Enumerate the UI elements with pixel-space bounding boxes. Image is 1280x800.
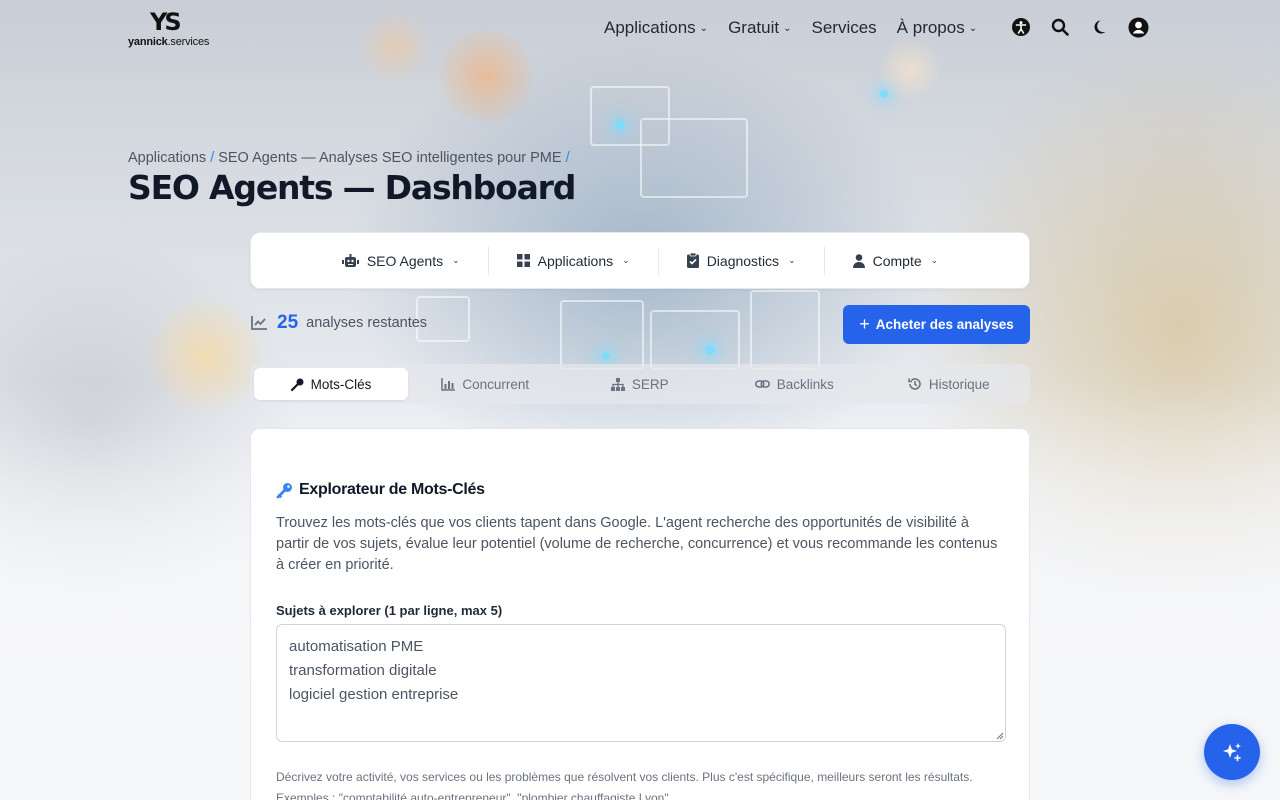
sparkles-icon [1223,743,1241,762]
topics-hint: Décrivez votre activité, vos services ou… [276,770,973,800]
key-icon [290,378,304,391]
chart-icon [441,377,456,391]
nav-a-propos[interactable]: À propos ⌄ [897,18,977,38]
nav-gratuit[interactable]: Gratuit ⌄ [728,18,791,38]
history-icon [908,378,921,390]
accessibility-icon[interactable] [1010,16,1032,38]
chevron-down-icon: ⌄ [930,255,939,265]
search-icon[interactable] [1049,16,1071,38]
analyses-counter: 25 analyses restantes [251,312,427,334]
topics-textarea[interactable]: automatisation PME transformation digita… [276,624,1006,742]
site-logo[interactable]: YS yannick.services [128,8,212,48]
chevron-down-icon: ⌄ [788,255,796,265]
robot-icon [341,253,359,267]
card-title: Explorateur de Mots-Clés [276,481,485,499]
breadcrumb-applications[interactable]: Applications [128,150,206,166]
site-header: YS yannick.services Applications ⌄ Gratui… [0,0,1280,56]
logo-mark: YS [150,8,182,36]
main-nav: Applications ⌄ Gratuit ⌄ Services À propos… [604,18,997,38]
chart-line-icon [251,316,267,330]
tab-mots-cles[interactable]: Mots-Clés [254,368,408,400]
key-icon [276,482,292,498]
moon-icon[interactable] [1088,16,1110,38]
logo-wordmark: yannick.services [128,36,210,48]
clipboard-check-icon [686,253,699,268]
topics-label: Sujets à explorer (1 par ligne, max 5) [276,603,503,618]
breadcrumb-seo-agents[interactable]: SEO Agents — Analyses SEO intelligentes … [218,150,561,166]
subnav-compte[interactable]: Compte ⌄ [823,246,967,275]
page-title: SEO Agents — Dashboard [128,168,576,207]
nav-services[interactable]: Services [811,18,876,38]
card-description: Trouvez les mots-clés que vos clients ta… [276,515,998,573]
analyses-label: analyses restantes [306,315,428,331]
subnav-seo-agents[interactable]: SEO Agents ⌄ [314,247,488,275]
ai-assistant-button[interactable] [1204,724,1260,780]
link-icon [754,380,770,388]
chevron-down-icon: ⌄ [452,255,460,265]
tab-historique[interactable]: Historique [872,368,1027,400]
chevron-down-icon: ⌄ [699,22,709,34]
subnav-applications[interactable]: Applications ⌄ [487,246,658,275]
chevron-down-icon: ⌄ [968,22,978,34]
chevron-down-icon: ⌄ [622,255,630,265]
subnav-diagnostics[interactable]: Diagnostics ⌄ [657,246,824,275]
tab-backlinks[interactable]: Backlinks [717,368,872,400]
keyword-explorer-card: Explorateur de Mots-Clés Trouvez les mot… [250,428,1030,800]
resize-handle-icon[interactable] [996,732,1004,740]
user-icon [852,253,865,268]
grid-icon [516,254,530,267]
user-circle-icon[interactable] [1127,16,1149,38]
buy-analyses-button[interactable]: + Acheter des analyses [843,305,1030,344]
sitemap-icon [610,377,625,391]
analyses-count: 25 [277,312,299,333]
header-actions [1010,16,1149,38]
tab-serp[interactable]: SERP [563,368,718,400]
nav-applications[interactable]: Applications ⌄ [604,18,708,38]
chevron-down-icon: ⌄ [783,22,792,34]
plus-icon: + [859,314,870,334]
app-subnav: SEO Agents ⌄ Applications ⌄ Diagnostics ⌄ C… [250,232,1030,289]
analysis-tabs: Mots-Clés Concurrent SERP Backlinks Hist… [250,364,1030,404]
breadcrumb: Applications / SEO Agents — Analyses SEO i… [128,150,570,166]
tab-concurrent[interactable]: Concurrent [408,368,563,400]
